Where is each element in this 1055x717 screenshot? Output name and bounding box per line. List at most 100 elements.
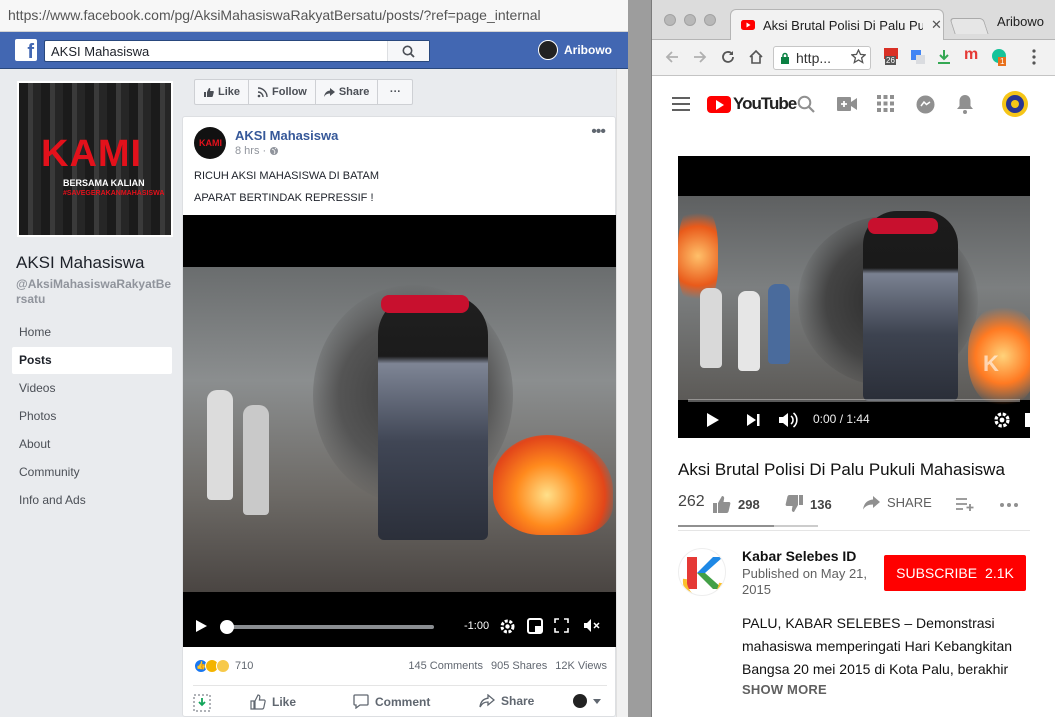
follow-button[interactable]: Follow: [249, 80, 316, 104]
like-ratio-fill: [678, 525, 775, 527]
scrollbar[interactable]: [616, 69, 628, 717]
channel-name[interactable]: Kabar Selebes ID: [742, 548, 856, 564]
facebook-logo-icon[interactable]: f: [15, 39, 37, 61]
video-progress-bar[interactable]: [688, 399, 1020, 402]
like-post-label: Like: [272, 695, 297, 709]
like-button[interactable]: 298: [712, 495, 760, 513]
notifications-bell-icon[interactable]: [956, 94, 974, 114]
extension-badge: 1: [998, 57, 1007, 66]
search-icon[interactable]: [797, 95, 815, 113]
settings-gear-icon[interactable]: [993, 411, 1011, 429]
like-page-label: Like: [218, 86, 241, 98]
tab-youtube[interactable]: Aksi Brutal Polisi Di Palu Pukuli ✕: [730, 9, 944, 40]
like-post-button[interactable]: Like: [250, 694, 296, 710]
page-title[interactable]: AKSI Mahasiswa: [16, 253, 145, 273]
share-button[interactable]: SHARE: [863, 495, 932, 510]
reactions-summary[interactable]: 👍 710: [194, 659, 253, 673]
search-box[interactable]: [44, 40, 430, 62]
address-bar[interactable]: https://www.facebook.com/pg/AksiMahasisw…: [0, 0, 628, 32]
post-as-selector[interactable]: [573, 694, 601, 708]
volume-icon[interactable]: [778, 411, 798, 429]
page-main: Like Follow Share ··· KAMI AKSI Mahasisw…: [182, 69, 617, 717]
create-video-icon[interactable]: [837, 97, 857, 111]
user-profile-link[interactable]: Aribowo: [538, 40, 612, 60]
nav-item-about[interactable]: About: [12, 431, 172, 458]
youtube-logo[interactable]: YouTube: [707, 94, 797, 114]
channel-avatar[interactable]: [678, 548, 726, 596]
share-arrow-icon: [479, 694, 495, 708]
close-tab-icon[interactable]: ✕: [931, 17, 942, 33]
play-icon[interactable]: [706, 412, 720, 428]
post-timestamp[interactable]: 8 hrs ·: [235, 145, 279, 157]
share-arrow-icon: [323, 87, 335, 97]
globe-icon: [270, 147, 279, 155]
messages-icon[interactable]: [916, 95, 935, 114]
fullscreen-icon[interactable]: [554, 618, 569, 633]
add-to-playlist-icon[interactable]: [956, 497, 974, 511]
back-icon[interactable]: [664, 49, 680, 65]
mute-icon[interactable]: [583, 618, 600, 633]
next-video-icon[interactable]: [746, 413, 760, 427]
post-video[interactable]: -1:00: [183, 215, 617, 647]
dislike-button[interactable]: 136: [784, 495, 832, 513]
divider: [678, 530, 1030, 531]
miniplayer-icon[interactable]: [1025, 413, 1030, 427]
home-icon[interactable]: [748, 49, 764, 65]
video-progress-bar[interactable]: [220, 620, 434, 634]
video-red-headband: [868, 218, 938, 234]
nav-item-community[interactable]: Community: [12, 459, 172, 486]
cover-logo-kami-icon: KAMI: [41, 133, 143, 175]
nav-item-videos[interactable]: Videos: [12, 375, 172, 402]
like-page-button[interactable]: Like: [195, 80, 250, 104]
play-icon[interactable]: [195, 619, 208, 633]
browser-profile-name[interactable]: Aribowo: [997, 14, 1044, 29]
maximize-window-icon[interactable]: [704, 14, 716, 26]
page-profile-picture[interactable]: KAMI BERSAMA KALIAN #SAVEGERAKANMAHASISW…: [17, 81, 173, 237]
reload-icon[interactable]: [720, 49, 736, 65]
address-url[interactable]: https://www.facebook.com/pg/AksiMahasisw…: [8, 7, 541, 23]
apps-grid-icon[interactable]: [877, 95, 894, 112]
post-author[interactable]: AKSI Mahasiswa: [235, 128, 338, 143]
minimize-window-icon[interactable]: [684, 14, 696, 26]
nav-item-photos[interactable]: Photos: [12, 403, 172, 430]
comments-count[interactable]: 145 Comments: [408, 660, 483, 672]
download-extension-icon[interactable]: [936, 49, 952, 65]
download-extension-icon[interactable]: [193, 694, 211, 712]
hamburger-menu-icon[interactable]: [672, 97, 690, 111]
m-extension-icon[interactable]: m: [964, 46, 978, 64]
more-options-button[interactable]: ···: [378, 80, 412, 104]
post-options-icon[interactable]: •••: [591, 123, 606, 141]
subscribe-label: SUBSCRIBE: [896, 565, 978, 581]
post-avatar[interactable]: KAMI: [194, 127, 226, 159]
page-handle[interactable]: @AksiMahasiswaRakyatBersatu: [16, 277, 174, 307]
nav-item-home[interactable]: Home: [12, 319, 172, 346]
youtube-wordmark-icon: YouTube: [733, 94, 797, 113]
video-scrubber-handle[interactable]: [220, 620, 234, 634]
settings-gear-icon[interactable]: [499, 618, 516, 635]
translate-extension-icon[interactable]: [910, 49, 926, 65]
new-tab-button[interactable]: [949, 18, 989, 34]
share-page-button[interactable]: Share: [316, 80, 379, 104]
bookmark-star-icon[interactable]: [851, 49, 866, 64]
show-more-button[interactable]: SHOW MORE: [742, 682, 827, 697]
page-nav: Home Posts Videos Photos About Community…: [12, 319, 172, 515]
account-avatar-icon[interactable]: [1001, 90, 1029, 118]
share-post-button[interactable]: Share: [479, 694, 534, 708]
nav-item-posts[interactable]: Posts: [12, 347, 172, 374]
shares-count[interactable]: 905 Shares: [491, 660, 547, 672]
kami-logo-icon: KAMI: [199, 138, 222, 148]
nav-item-info-and-ads[interactable]: Info and Ads: [12, 487, 172, 514]
comment-button[interactable]: Comment: [353, 694, 430, 709]
grammar-extension-icon[interactable]: 1: [991, 48, 1009, 66]
close-window-icon[interactable]: [664, 14, 676, 26]
more-actions-icon[interactable]: [1000, 503, 1018, 507]
forward-icon[interactable]: [692, 49, 708, 65]
search-input[interactable]: [45, 41, 385, 61]
facebook-window: https://www.facebook.com/pg/AksiMahasisw…: [0, 0, 628, 717]
subscribe-button[interactable]: SUBSCRIBE 2.1K: [884, 555, 1026, 591]
browser-menu-icon[interactable]: [1032, 49, 1036, 65]
search-button[interactable]: [387, 41, 429, 61]
picture-in-picture-icon[interactable]: [527, 618, 543, 634]
calendar-extension-icon[interactable]: 26: [883, 47, 901, 67]
youtube-player[interactable]: K 0:00 / 1:44: [678, 156, 1030, 438]
